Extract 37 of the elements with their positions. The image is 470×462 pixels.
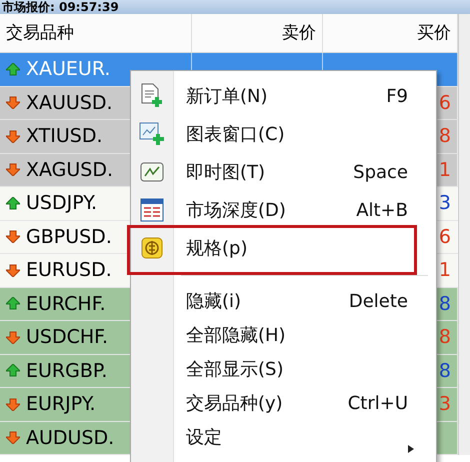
document-plus-icon	[140, 83, 164, 109]
menu-label: 设定	[186, 426, 223, 449]
symbol-text: EURUSD.	[26, 259, 112, 282]
menu-label: 新订单(N)	[186, 85, 269, 108]
chart-plus-icon	[139, 122, 165, 146]
symbol-text: USDJPY.	[26, 192, 98, 214]
column-header[interactable]: 交易品种	[0, 14, 192, 52]
dollar-icon	[141, 237, 163, 259]
line-chart-icon	[140, 162, 164, 182]
menu-item[interactable]: 设定	[131, 420, 436, 454]
table-icon	[140, 198, 164, 222]
symbol-text: EURCHF.	[26, 292, 106, 315]
shortcut-text: Delete	[348, 290, 408, 312]
menu-label: 规格(p)	[186, 237, 248, 260]
symbol-text: XAUUSD.	[26, 92, 113, 114]
column-header[interactable]: 卖价	[192, 14, 323, 52]
symbol-text: XAGUSD.	[26, 158, 114, 181]
symbol-text: EURGBP.	[26, 360, 108, 382]
symbol-text: USDCHF.	[26, 326, 108, 348]
symbol-text: XTIUSD.	[26, 125, 103, 148]
submenu-arrow-icon	[408, 445, 414, 453]
menu-label: 全部隐藏(H)	[186, 324, 287, 347]
shortcut-text: F9	[386, 86, 408, 106]
menu-label: 全部显示(S)	[186, 358, 284, 381]
shortcut-text: Ctrl+U	[348, 392, 408, 414]
symbol-text: GBPUSD.	[26, 226, 112, 248]
window-title: 市场报价: 09:57:39	[0, 0, 470, 14]
shortcut-text: Alt+B	[356, 200, 408, 220]
menu-label: 即时图(T)	[186, 161, 266, 184]
menu-label: 市场深度(D)	[186, 199, 287, 222]
menu-label: 隐藏(i)	[186, 290, 242, 313]
symbol-text: EURJPY.	[26, 393, 96, 416]
menu-label: 图表窗口(C)	[186, 123, 286, 146]
symbol-text: AUDUSD.	[26, 426, 114, 449]
shortcut-text: Space	[353, 162, 408, 182]
symbol-text: XAUEUR.	[26, 58, 110, 80]
menu-label: 交易品种(y)	[186, 392, 284, 415]
